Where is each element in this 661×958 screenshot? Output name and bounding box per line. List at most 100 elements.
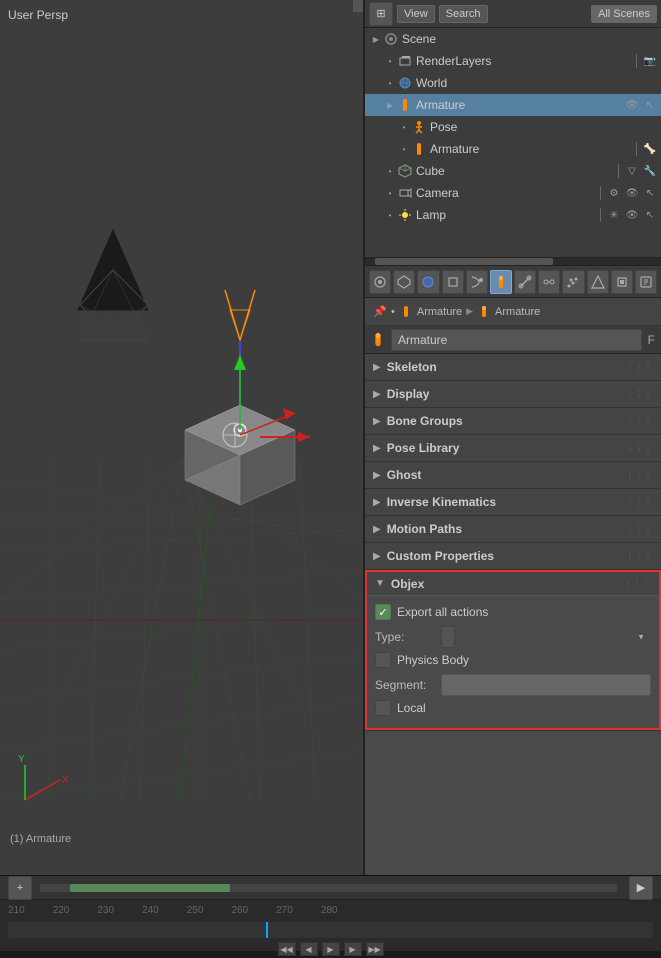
props-breadcrumb: 📌 • Armature ▶ Armature bbox=[365, 298, 661, 326]
pose-breadcrumb-icon bbox=[477, 305, 491, 319]
tree-item-camera[interactable]: • Camera ⚙ 👁 ↖ bbox=[365, 182, 661, 204]
prev-frame-btn[interactable]: ◀◀ bbox=[278, 942, 296, 956]
outliner-scrollbar[interactable] bbox=[365, 258, 661, 266]
tree-item-pose-label: Pose bbox=[430, 120, 657, 134]
ghost-dots: ⋮⋮⋮ bbox=[626, 471, 653, 480]
next-keyframe-btn[interactable]: ▶ bbox=[344, 942, 362, 956]
physics-btn[interactable] bbox=[587, 270, 609, 294]
tree-item-armature-label: Armature bbox=[416, 98, 625, 112]
tree-item-world[interactable]: • World bbox=[365, 72, 661, 94]
export-all-actions-row: Export all actions bbox=[375, 604, 651, 620]
breadcrumb-arrow: ▶ bbox=[466, 306, 473, 317]
particles-btn[interactable] bbox=[562, 270, 584, 294]
segment-input[interactable] bbox=[441, 674, 651, 696]
viewport: User Persp bbox=[0, 0, 365, 875]
object-btn[interactable] bbox=[442, 270, 464, 294]
armature-data-btn[interactable] bbox=[490, 270, 512, 294]
cursor3-icon[interactable]: ↖ bbox=[643, 208, 657, 222]
section-display-header[interactable]: ▶ Display ⋮⋮⋮ bbox=[365, 381, 661, 407]
constraints-btn[interactable] bbox=[611, 270, 633, 294]
timeline-controls: ◀◀ ◀ ▶ ▶ ▶▶ bbox=[0, 940, 661, 958]
display-title: Display bbox=[387, 387, 430, 401]
scene-btn[interactable] bbox=[393, 270, 415, 294]
section-custom-props-header[interactable]: ▶ Custom Properties ⋮⋮⋮ bbox=[365, 543, 661, 569]
section-ghost-header[interactable]: ▶ Ghost ⋮⋮⋮ bbox=[365, 462, 661, 488]
frame-280: 280 bbox=[321, 905, 338, 916]
section-custom-properties: ▶ Custom Properties ⋮⋮⋮ bbox=[365, 543, 661, 570]
tree-item-armature[interactable]: ▶ Armature 👁 ↖ bbox=[365, 94, 661, 116]
eye-icon[interactable]: 👁 bbox=[625, 98, 639, 112]
armature-name-input[interactable] bbox=[391, 329, 642, 351]
outliner-search-btn[interactable]: Search bbox=[439, 5, 488, 23]
type-select-wrapper bbox=[441, 626, 651, 648]
outliner-tree: ▶ Scene • RenderLayers 📷 • bbox=[365, 28, 661, 258]
prev-keyframe-btn[interactable]: ◀ bbox=[300, 942, 318, 956]
custom-props-arrow: ▶ bbox=[373, 551, 381, 562]
expand-icon: • bbox=[383, 54, 397, 68]
ik-arrow: ▶ bbox=[373, 497, 381, 508]
export-all-actions-checkbox[interactable] bbox=[375, 604, 391, 620]
tree-item-armature-sub[interactable]: • Armature 🦴 bbox=[365, 138, 661, 160]
world-btn[interactable] bbox=[417, 270, 439, 294]
camera-icon: 📷 bbox=[643, 54, 657, 68]
section-objex-header[interactable]: ▼ Objex ⋮⋮⋮ bbox=[365, 570, 661, 596]
cursor2-icon[interactable]: ↖ bbox=[643, 186, 657, 200]
separator bbox=[636, 54, 637, 68]
timeline-add-btn[interactable]: + bbox=[8, 876, 32, 900]
objex-content: Export all actions Type: Physics Body bbox=[365, 596, 661, 730]
frame-210: 210 bbox=[8, 905, 25, 916]
tree-right-icons: ⚙ 👁 ↖ bbox=[598, 186, 657, 200]
export-all-actions-label: Export all actions bbox=[397, 605, 488, 619]
section-bone-groups-header[interactable]: ▶ Bone Groups ⋮⋮⋮ bbox=[365, 408, 661, 434]
tree-right-icons: 📷 bbox=[634, 54, 657, 68]
tree-item-cube[interactable]: • Cube ▽ 🔧 bbox=[365, 160, 661, 182]
eye2-icon[interactable]: 👁 bbox=[625, 186, 639, 200]
section-motion-paths-header[interactable]: ▶ Motion Paths ⋮⋮⋮ bbox=[365, 516, 661, 542]
local-checkbox[interactable] bbox=[375, 700, 391, 716]
bone-icon: 🦴 bbox=[643, 142, 657, 156]
outliner-all-scenes-btn[interactable]: All Scenes bbox=[591, 5, 657, 23]
camera-tree-icon bbox=[397, 185, 413, 201]
cube-icon bbox=[397, 163, 413, 179]
section-skeleton: ▶ Skeleton ⋮⋮⋮ bbox=[365, 354, 661, 381]
play-btn[interactable]: ▶ bbox=[322, 942, 340, 956]
ghost-arrow: ▶ bbox=[373, 470, 381, 481]
cursor-icon[interactable]: ↖ bbox=[643, 98, 657, 112]
svg-text:Y: Y bbox=[18, 754, 25, 765]
tree-item-scene[interactable]: ▶ Scene bbox=[365, 28, 661, 50]
objex-arrow: ▼ bbox=[375, 578, 385, 589]
pose-library-arrow: ▶ bbox=[373, 443, 381, 454]
outliner-view-btn[interactable]: View bbox=[397, 5, 435, 23]
bone-constraints-btn[interactable] bbox=[538, 270, 560, 294]
next-frame-btn[interactable]: ▶▶ bbox=[366, 942, 384, 956]
svg-text:X: X bbox=[62, 775, 69, 786]
timeline-numbers: 210 220 230 240 250 260 270 280 bbox=[0, 900, 661, 920]
render-btn[interactable] bbox=[369, 270, 391, 294]
tree-item-lamp[interactable]: • Lamp ✳ 👁 ↖ bbox=[365, 204, 661, 226]
section-ik-header[interactable]: ▶ Inverse Kinematics ⋮⋮⋮ bbox=[365, 489, 661, 515]
pose-library-title: Pose Library bbox=[387, 441, 460, 455]
scene-icon bbox=[383, 31, 399, 47]
timeline-bar[interactable] bbox=[8, 922, 653, 938]
section-bone-groups: ▶ Bone Groups ⋮⋮⋮ bbox=[365, 408, 661, 435]
viewport-label: User Persp bbox=[8, 8, 68, 22]
type-select[interactable] bbox=[441, 626, 455, 648]
expand-icon: • bbox=[383, 164, 397, 178]
timeline-play-btn[interactable]: ▶ bbox=[629, 876, 653, 900]
timeline-header: + ▶ bbox=[0, 876, 661, 900]
script-btn[interactable] bbox=[635, 270, 657, 294]
bone-btn[interactable] bbox=[514, 270, 536, 294]
tree-item-renderlayers[interactable]: • RenderLayers 📷 bbox=[365, 50, 661, 72]
pose-icon bbox=[411, 119, 427, 135]
separator bbox=[600, 208, 601, 222]
armature-breadcrumb-icon bbox=[399, 305, 413, 319]
expand-icon: ▶ bbox=[369, 32, 383, 46]
tree-item-pose[interactable]: • Pose bbox=[365, 116, 661, 138]
physics-body-checkbox[interactable] bbox=[375, 652, 391, 668]
modifiers-btn[interactable] bbox=[466, 270, 488, 294]
eye3-icon[interactable]: 👁 bbox=[625, 208, 639, 222]
section-pose-library: ▶ Pose Library ⋮⋮⋮ bbox=[365, 435, 661, 462]
section-skeleton-header[interactable]: ▶ Skeleton ⋮⋮⋮ bbox=[365, 354, 661, 380]
outliner-grid-btn[interactable]: ⊞ bbox=[369, 2, 393, 26]
section-pose-library-header[interactable]: ▶ Pose Library ⋮⋮⋮ bbox=[365, 435, 661, 461]
